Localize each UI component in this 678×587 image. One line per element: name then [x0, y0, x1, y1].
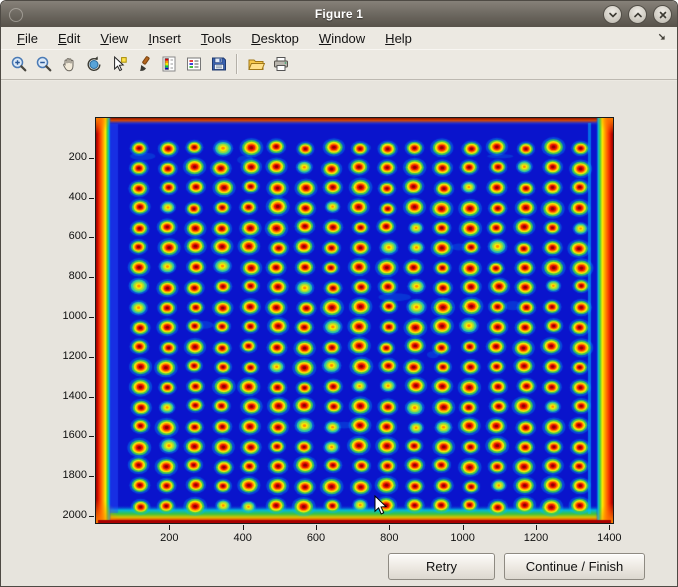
data-cursor-tool[interactable]: [107, 53, 130, 76]
x-tick-mark: [609, 525, 610, 530]
zoom-in-icon: [10, 55, 28, 73]
y-tick-label: 200: [43, 151, 87, 163]
y-tick-mark: [89, 516, 94, 517]
insert-colorbar-tool[interactable]: [157, 53, 180, 76]
x-tick-label: 1400: [585, 532, 633, 544]
data-cursor-icon: [110, 55, 128, 73]
figure-area: Retry Continue / Finish 200 400 600 800 1000…: [1, 81, 677, 586]
x-tick-label: 1200: [512, 532, 560, 544]
y-tick-mark: [89, 436, 94, 437]
chevron-up-icon: [632, 9, 644, 21]
microarray-image[interactable]: [96, 118, 613, 523]
y-tick-label: 1400: [43, 390, 87, 402]
x-tick-mark: [536, 525, 537, 530]
menu-insert[interactable]: Insert: [138, 29, 191, 48]
y-tick-mark: [89, 237, 94, 238]
figure-window: Figure 1 File Edit View Insert Tools Des…: [0, 0, 678, 587]
dock-figure-button[interactable]: [656, 31, 669, 49]
save-figure-tool[interactable]: [207, 53, 230, 76]
open-file-tool[interactable]: [244, 53, 267, 76]
menu-file[interactable]: File: [7, 29, 48, 48]
toolbar-separator: [236, 54, 238, 74]
x-tick-mark: [389, 525, 390, 530]
y-tick-label: 2000: [43, 509, 87, 521]
dock-arrow-icon: [656, 31, 669, 44]
printer-icon: [272, 55, 290, 73]
y-tick-label: 1800: [43, 469, 87, 481]
rotate-3d-icon: [85, 55, 103, 73]
y-tick-label: 1200: [43, 350, 87, 362]
retry-button[interactable]: Retry: [388, 553, 495, 580]
brush-icon: [135, 55, 153, 73]
maximize-button[interactable]: [628, 5, 647, 24]
colorbar-icon: [160, 55, 178, 73]
x-tick-mark: [243, 525, 244, 530]
menu-edit[interactable]: Edit: [48, 29, 90, 48]
y-tick-mark: [89, 357, 94, 358]
pan-tool[interactable]: [57, 53, 80, 76]
chevron-down-icon: [607, 9, 619, 21]
y-tick-mark: [89, 476, 94, 477]
zoom-in-tool[interactable]: [7, 53, 30, 76]
x-tick-mark: [463, 525, 464, 530]
menu-view[interactable]: View: [90, 29, 138, 48]
y-tick-mark: [89, 317, 94, 318]
menubar: File Edit View Insert Tools Desktop Wind…: [1, 27, 677, 49]
menu-tools[interactable]: Tools: [191, 29, 241, 48]
x-tick-label: 400: [219, 532, 267, 544]
x-tick-label: 200: [145, 532, 193, 544]
menu-help[interactable]: Help: [375, 29, 422, 48]
y-tick-label: 1600: [43, 429, 87, 441]
x-tick-label: 1000: [439, 532, 487, 544]
x-tick-mark: [169, 525, 170, 530]
zoom-out-tool[interactable]: [32, 53, 55, 76]
y-tick-label: 400: [43, 191, 87, 203]
x-tick-label: 800: [365, 532, 413, 544]
y-tick-mark: [89, 277, 94, 278]
brush-tool[interactable]: [132, 53, 155, 76]
y-tick-label: 600: [43, 230, 87, 242]
y-tick-label: 1000: [43, 310, 87, 322]
hand-icon: [60, 55, 78, 73]
rotate-3d-tool[interactable]: [82, 53, 105, 76]
legend-icon: [185, 55, 203, 73]
minimize-button[interactable]: [603, 5, 622, 24]
titlebar[interactable]: Figure 1: [1, 1, 677, 28]
y-tick-mark: [89, 397, 94, 398]
y-tick-label: 800: [43, 270, 87, 282]
figure-toolbar: [1, 49, 677, 80]
close-button[interactable]: [653, 5, 672, 24]
titlebar-buttons: [603, 5, 672, 24]
open-folder-icon: [247, 55, 265, 73]
y-tick-mark: [89, 158, 94, 159]
menu-desktop[interactable]: Desktop: [241, 29, 309, 48]
window-title: Figure 1: [1, 7, 677, 21]
continue-finish-button[interactable]: Continue / Finish: [504, 553, 645, 580]
close-icon: [657, 9, 669, 21]
x-tick-mark: [316, 525, 317, 530]
menu-window[interactable]: Window: [309, 29, 375, 48]
y-tick-mark: [89, 198, 94, 199]
print-figure-tool[interactable]: [269, 53, 292, 76]
insert-legend-tool[interactable]: [182, 53, 205, 76]
zoom-out-icon: [35, 55, 53, 73]
x-tick-label: 600: [292, 532, 340, 544]
save-icon: [210, 55, 228, 73]
